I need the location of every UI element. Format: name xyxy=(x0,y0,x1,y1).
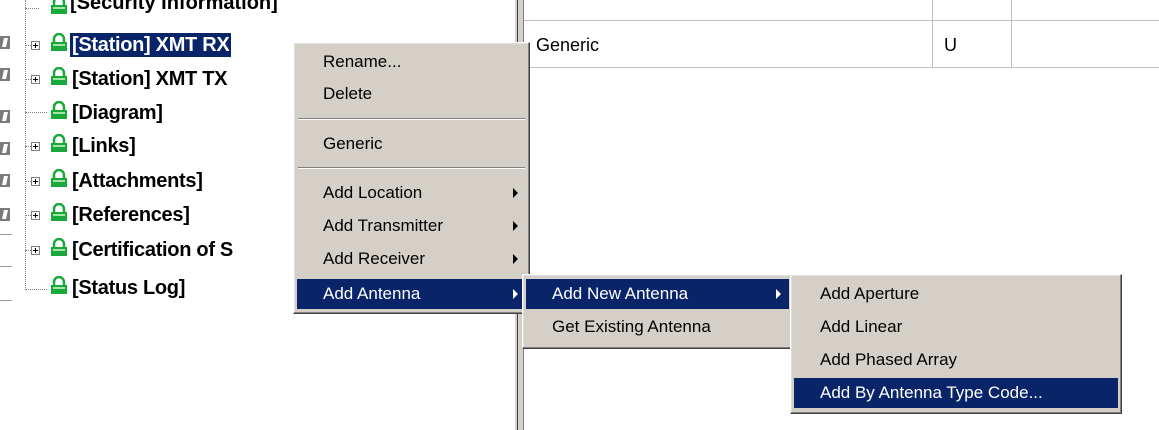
lock-icon xyxy=(51,276,67,294)
row-marker[interactable] xyxy=(0,208,10,221)
lock-icon xyxy=(51,134,67,152)
menu-item-add-antenna[interactable]: Add Antenna xyxy=(297,279,526,309)
lock-icon xyxy=(51,203,67,221)
lock-icon xyxy=(51,33,67,51)
expand-icon[interactable] xyxy=(31,75,40,84)
menu-item-add-transmitter[interactable]: Add Transmitter xyxy=(297,211,526,241)
tree-item-station-xmt-tx[interactable]: [Station] XMT TX xyxy=(72,67,227,91)
menu-separator xyxy=(298,167,525,169)
row-marker[interactable] xyxy=(0,68,10,81)
menu-item-delete-label: Delete xyxy=(323,84,373,103)
tree-item-station-xmt-rx[interactable]: [Station] XMT RX xyxy=(70,33,232,57)
expand-icon[interactable] xyxy=(31,41,40,50)
menu-item-add-location[interactable]: Add Location xyxy=(297,178,526,208)
menu-item-add-new-antenna-label: Add New Antenna xyxy=(552,284,689,303)
menu-item-add-antenna-label: Add Antenna xyxy=(323,284,421,303)
menu-item-rename-label: Rename... xyxy=(323,52,402,71)
row-marker[interactable] xyxy=(0,110,10,123)
menu-item-add-aperture-label: Add Aperture xyxy=(820,284,920,303)
menu-separator xyxy=(298,118,525,120)
row-gutter xyxy=(0,0,12,430)
menu-item-generic-label: Generic xyxy=(323,134,383,153)
menu-item-add-new-antenna[interactable]: Add New Antenna xyxy=(526,279,789,309)
menu-item-add-aperture[interactable]: Add Aperture xyxy=(794,279,1118,309)
menu-item-add-by-antenna-type-code[interactable]: Add By Antenna Type Code... xyxy=(794,378,1118,408)
menu-item-rename[interactable]: Rename... xyxy=(297,47,526,77)
grid-cell-class[interactable]: U xyxy=(944,33,957,57)
tree-item-links[interactable]: [Links] xyxy=(72,134,136,158)
tree-item-attachments[interactable]: [Attachments] xyxy=(72,169,203,193)
submenu-arrow-icon xyxy=(513,221,518,231)
menu-item-generic[interactable]: Generic xyxy=(297,129,526,159)
new-antenna-submenu: Add Aperture Add Linear Add Phased Array… xyxy=(790,274,1122,414)
tree-item-security-information[interactable]: [Security Information] xyxy=(70,0,278,15)
menu-item-add-location-label: Add Location xyxy=(323,183,423,202)
menu-item-add-phased-array[interactable]: Add Phased Array xyxy=(794,345,1118,375)
menu-item-add-receiver[interactable]: Add Receiver xyxy=(297,244,526,274)
menu-item-get-existing-antenna[interactable]: Get Existing Antenna xyxy=(526,312,789,342)
lock-icon xyxy=(51,0,67,14)
row-marker[interactable] xyxy=(0,174,10,187)
tree-item-diagram[interactable]: [Diagram] xyxy=(72,101,163,125)
menu-item-add-linear[interactable]: Add Linear xyxy=(794,312,1118,342)
antenna-submenu: Add New Antenna Get Existing Antenna xyxy=(522,274,793,349)
submenu-arrow-icon xyxy=(513,188,518,198)
lock-icon xyxy=(51,101,67,119)
lock-icon xyxy=(51,238,67,256)
expand-icon[interactable] xyxy=(31,211,40,220)
lock-icon xyxy=(51,67,67,85)
tree-item-status-log[interactable]: [Status Log] xyxy=(72,276,185,300)
expand-icon[interactable] xyxy=(31,246,40,255)
row-marker[interactable] xyxy=(0,142,10,155)
tree-item-certification[interactable]: [Certification of S xyxy=(72,238,233,262)
menu-item-add-receiver-label: Add Receiver xyxy=(323,249,426,268)
menu-item-add-by-antenna-type-code-label: Add By Antenna Type Code... xyxy=(820,383,1043,402)
context-menu: Rename... Delete Generic Add Location Ad… xyxy=(293,42,530,314)
expand-icon[interactable] xyxy=(31,177,40,186)
grid-cell-type[interactable]: Generic xyxy=(536,33,599,57)
submenu-arrow-icon xyxy=(776,289,781,299)
menu-item-get-existing-antenna-label: Get Existing Antenna xyxy=(552,317,711,336)
menu-item-add-phased-array-label: Add Phased Array xyxy=(820,350,958,369)
lock-icon xyxy=(51,169,67,187)
submenu-arrow-icon xyxy=(513,254,518,264)
row-marker[interactable] xyxy=(0,36,10,49)
tree-item-references[interactable]: [References] xyxy=(72,203,190,227)
submenu-arrow-icon xyxy=(513,289,518,299)
menu-item-add-transmitter-label: Add Transmitter xyxy=(323,216,443,235)
menu-item-add-linear-label: Add Linear xyxy=(820,317,903,336)
expand-icon[interactable] xyxy=(31,142,40,151)
menu-item-delete[interactable]: Delete xyxy=(297,79,526,109)
